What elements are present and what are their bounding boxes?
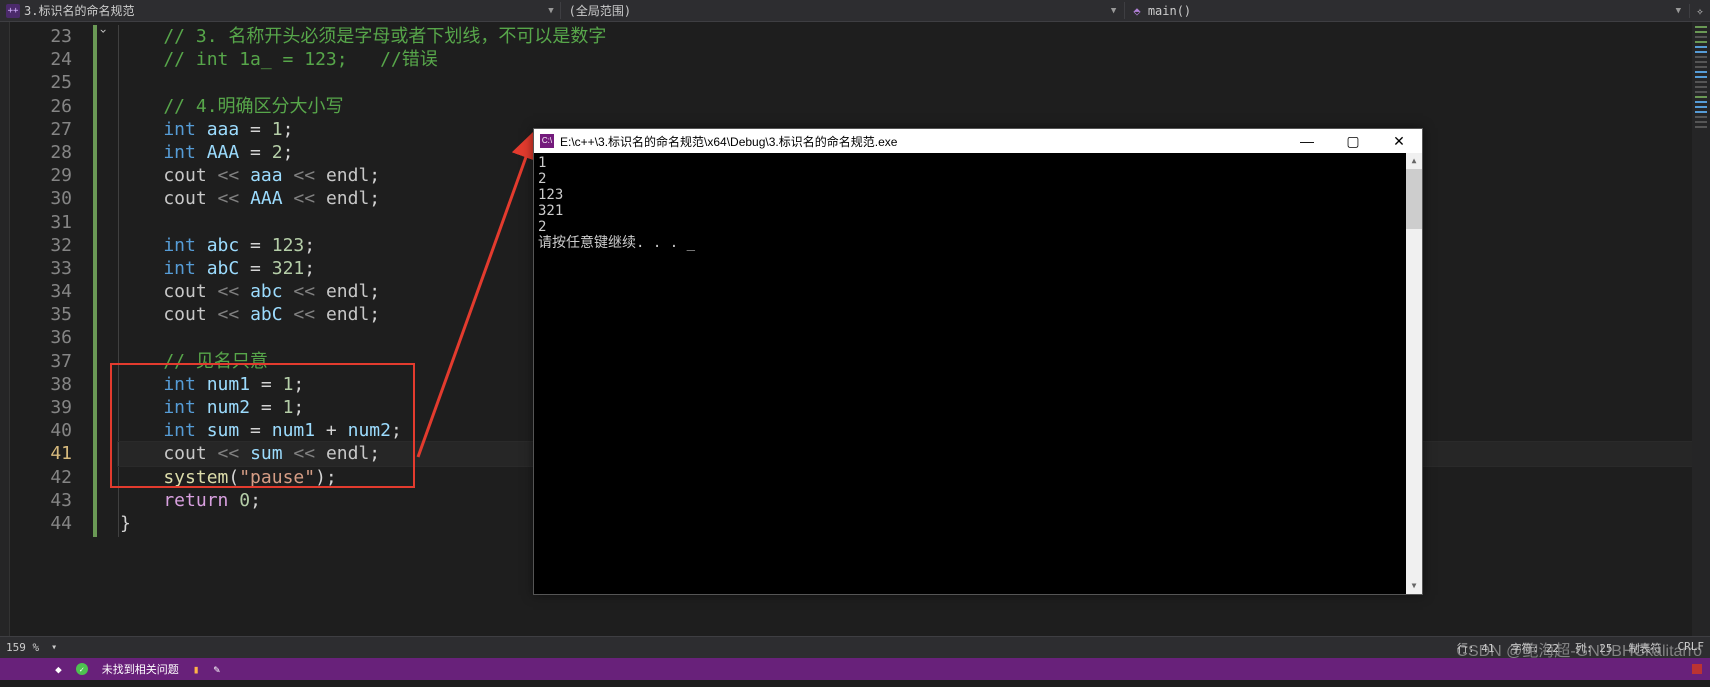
line-number[interactable]: 39 (10, 396, 90, 419)
line-number[interactable]: 34 (10, 280, 90, 303)
info-line[interactable]: 行: 41 (1457, 640, 1495, 656)
info-tabs[interactable]: 制表符 (1629, 640, 1662, 656)
chevron-down-icon: ▼ (1676, 6, 1681, 16)
console-titlebar[interactable]: C:\ E:\c++\3.标识名的命名规范\x64\Debug\3.标识名的命名… (534, 129, 1422, 153)
overview-ruler (1695, 26, 1707, 226)
editor: 2324252627282930313233343536373839404142… (0, 22, 1710, 636)
line-number[interactable]: 29 (10, 164, 90, 187)
line-number[interactable]: 25 (10, 71, 90, 94)
console-window[interactable]: C:\ E:\c++\3.标识名的命名规范\x64\Debug\3.标识名的命名… (533, 128, 1423, 595)
add-panel-button[interactable]: ✧ (1690, 4, 1710, 18)
function-selector[interactable]: ⬘ main() ▼ (1125, 4, 1690, 18)
line-number[interactable]: 27 (10, 118, 90, 141)
code-line[interactable]: // 4.明确区分大小写 (118, 95, 1692, 118)
method-icon: ⬘ (1133, 4, 1140, 18)
line-number-gutter[interactable]: 2324252627282930313233343536373839404142… (10, 22, 90, 636)
line-number[interactable]: 28 (10, 141, 90, 164)
scroll-up-icon[interactable]: ▲ (1406, 153, 1422, 169)
line-number[interactable]: 40 (10, 419, 90, 442)
code-line[interactable] (118, 71, 1692, 94)
status-bar: 159 % ◆ ✓ 未找到相关问题 ▮ ✎ (0, 658, 1710, 680)
line-number[interactable]: 44 (10, 512, 90, 535)
function-label: main() (1148, 4, 1191, 18)
console-scrollbar[interactable]: ▲ ▼ (1406, 153, 1422, 594)
brush-icon[interactable]: ✎ (213, 663, 220, 676)
console-title-text: E:\c++\3.标识名的命名规范\x64\Debug\3.标识名的命名规范.e… (560, 133, 897, 150)
line-number[interactable]: 23 (10, 25, 90, 48)
line-number[interactable]: 38 (10, 373, 90, 396)
line-number[interactable]: 26 (10, 95, 90, 118)
line-number[interactable]: 24 (10, 48, 90, 71)
line-number[interactable]: 37 (10, 350, 90, 373)
flame-icon[interactable]: ▮ (193, 663, 200, 676)
line-number[interactable]: 31 (10, 211, 90, 234)
vertical-scrollbar[interactable] (1692, 22, 1710, 636)
console-output[interactable]: 1 2 123 321 2 请按任意键继续. . . _ (534, 153, 1422, 594)
scroll-down-icon[interactable]: ▼ (1406, 578, 1422, 594)
close-button[interactable]: ✕ (1376, 129, 1422, 153)
zoom-chevron-icon[interactable]: ▾ (51, 642, 57, 653)
editor-info-bar: 159 % ▾ 行: 41 字符: 22 列: 25 制表符 CRLF (0, 636, 1710, 658)
document-title: 3.标识名的命名规范 (24, 2, 134, 19)
ok-status-icon[interactable]: ✓ (76, 663, 88, 675)
issues-status[interactable]: 未找到相关问题 (102, 661, 179, 677)
line-number[interactable]: 35 (10, 303, 90, 326)
scope-selector[interactable]: (全局范围) ▼ (561, 2, 1126, 19)
line-number[interactable]: 33 (10, 257, 90, 280)
cmd-icon: C:\ (540, 134, 554, 148)
info-char[interactable]: 字符: 22 (1511, 640, 1560, 656)
fold-chevron-icon[interactable]: › (97, 27, 111, 34)
cpp-file-icon: ++ (6, 4, 20, 18)
fold-margin[interactable]: › (90, 22, 118, 636)
zoom-level[interactable]: 159 % (6, 641, 39, 654)
line-number[interactable]: 42 (10, 466, 90, 489)
chevron-down-icon: ▼ (1111, 6, 1116, 16)
minimize-button[interactable]: — (1284, 129, 1330, 153)
line-number[interactable]: 30 (10, 187, 90, 210)
maximize-button[interactable]: ▢ (1330, 129, 1376, 153)
line-number[interactable]: 43 (10, 489, 90, 512)
chevron-down-icon[interactable]: ▼ (548, 6, 553, 16)
info-col[interactable]: 列: 25 (1575, 640, 1613, 656)
tools-icon[interactable]: ◆ (55, 663, 62, 676)
line-number[interactable]: 36 (10, 326, 90, 349)
change-indicator (93, 25, 97, 537)
code-line[interactable]: // int 1a_ = 123; //错误 (118, 48, 1692, 71)
scroll-thumb[interactable] (1406, 169, 1422, 229)
scope-label: (全局范围) (569, 2, 631, 19)
line-number[interactable]: 41 (10, 442, 90, 465)
record-icon[interactable] (1692, 664, 1702, 674)
left-strip (0, 22, 10, 636)
info-eol[interactable]: CRLF (1678, 640, 1705, 656)
line-number[interactable]: 32 (10, 234, 90, 257)
code-line[interactable]: // 3. 名称开头必须是字母或者下划线，不可以是数字 (118, 25, 1692, 48)
breadcrumb-bar: ++ 3.标识名的命名规范 ▼ (全局范围) ▼ ⬘ main() ▼ ✧ (0, 0, 1710, 22)
document-tab[interactable]: ++ 3.标识名的命名规范 ▼ (0, 2, 561, 19)
